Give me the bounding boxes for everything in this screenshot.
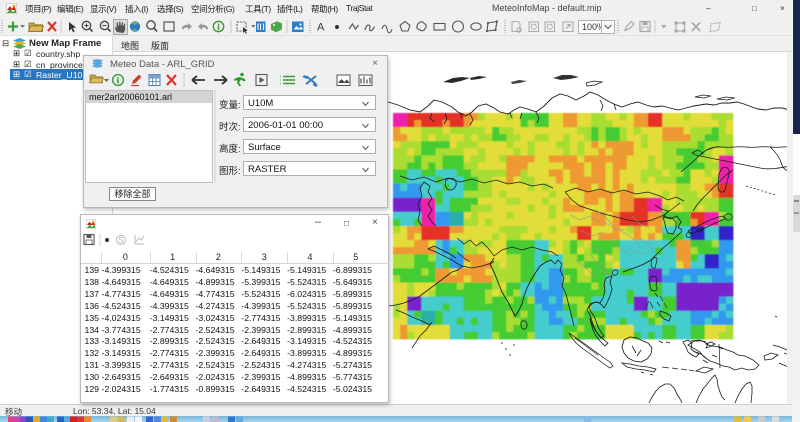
svg-text:A: A xyxy=(317,22,325,34)
svg-text:S: S xyxy=(119,236,124,245)
